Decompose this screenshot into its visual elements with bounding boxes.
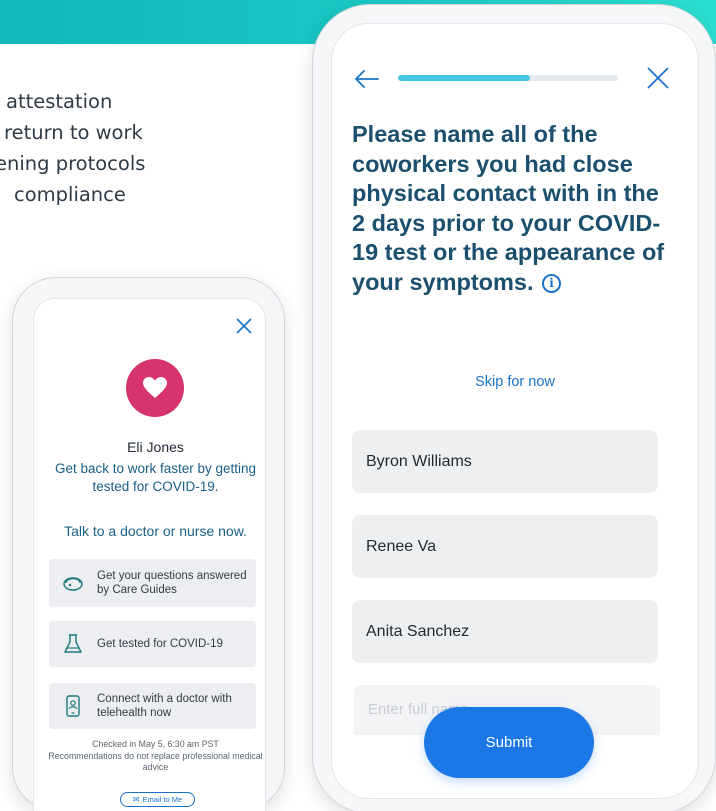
card-label: Get tested for COVID-19 [97, 638, 223, 650]
get-tested-card[interactable]: Get tested for COVID-19 [49, 621, 256, 667]
card-label: Get your questions answered by Care Guid… [97, 570, 247, 596]
close-icon[interactable] [235, 317, 253, 335]
skip-link[interactable]: Skip for now [332, 374, 698, 390]
feature-line: ening protocols [0, 152, 146, 175]
large-phone-screen: Please name all of the coworkers you had… [331, 23, 699, 799]
question-text: Please name all of the coworkers you had… [352, 121, 665, 295]
coworker-name-field[interactable]: Anita Sanchez [352, 600, 658, 663]
coworker-name-field[interactable]: Renee Va [352, 515, 658, 578]
back-arrow-icon[interactable] [354, 69, 380, 89]
progress-bar [398, 75, 618, 81]
envelope-icon: ✉ [132, 795, 140, 804]
headset-icon [63, 577, 83, 591]
telehealth-card[interactable]: Connect with a doctor with telehealth no… [49, 683, 256, 729]
email-button-label: Email to Me [142, 795, 183, 804]
user-name: Eli Jones [127, 439, 184, 455]
email-button[interactable]: ✉ Email to Me [120, 792, 195, 807]
headline: Get back to work faster by getting teste… [54, 461, 257, 494]
checkin-info: Checked in May 5, 6:30 am PST Recommenda… [38, 739, 265, 774]
heart-icon [143, 377, 167, 398]
progress-fill [398, 75, 530, 81]
avatar [126, 359, 184, 417]
large-phone-frame: Please name all of the coworkers you had… [312, 4, 716, 811]
small-phone-frame: Eli Jones Get back to work faster by get… [12, 277, 285, 811]
talk-prompt: Talk to a doctor or nurse now. [64, 523, 247, 539]
phone-doctor-icon [66, 695, 80, 717]
feature-line: return to work [4, 121, 143, 144]
close-icon[interactable] [646, 66, 670, 90]
coworker-name-field[interactable]: Byron Williams [352, 430, 658, 493]
card-label: Connect with a doctor with telehealth no… [97, 693, 232, 719]
small-phone-screen: Eli Jones Get back to work faster by get… [33, 298, 266, 811]
checkin-time: Checked in May 5, 6:30 am PST [92, 739, 219, 749]
feature-list: attestation return to work ening protoco… [0, 86, 230, 210]
care-guides-card[interactable]: Get your questions answered by Care Guid… [49, 559, 256, 607]
question-heading: Please name all of the coworkers you had… [352, 120, 672, 297]
flask-icon [64, 634, 82, 653]
disclaimer: Recommendations do not replace professio… [48, 750, 263, 773]
submit-button[interactable]: Submit [424, 707, 594, 778]
feature-line: compliance [14, 183, 126, 206]
feature-line: attestation [6, 90, 113, 113]
info-icon[interactable]: i [542, 273, 562, 293]
